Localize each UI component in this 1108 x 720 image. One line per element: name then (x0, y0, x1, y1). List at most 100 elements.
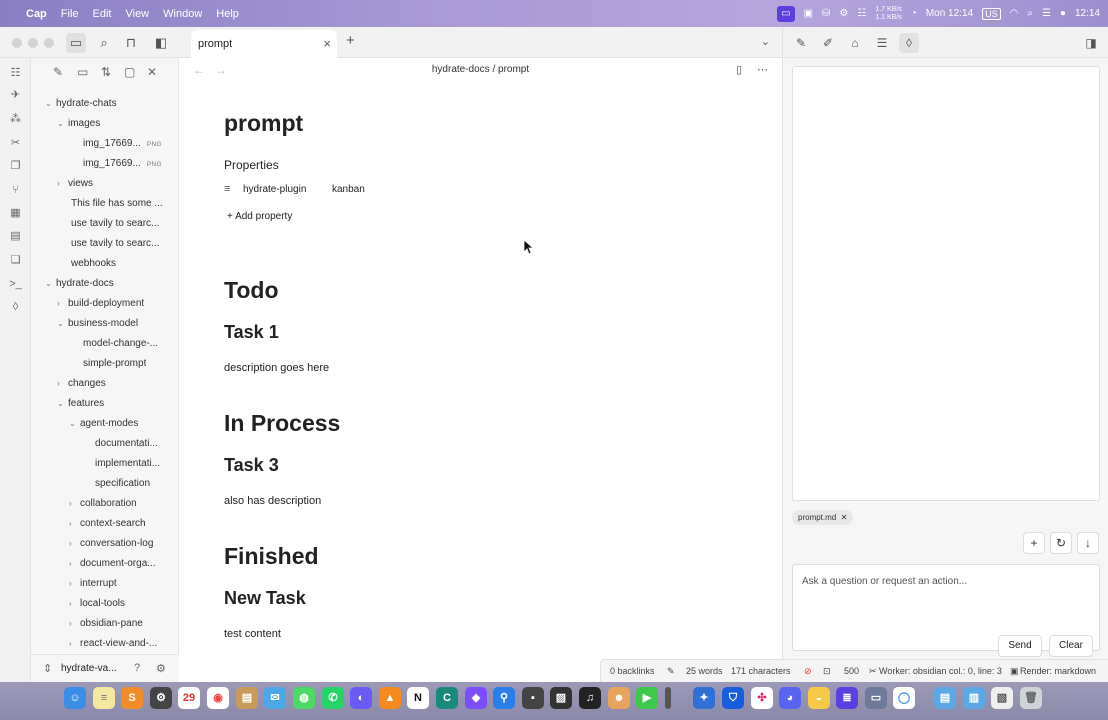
chevron-down-icon[interactable]: ⌄ (45, 94, 56, 114)
list-icon[interactable]: ☷ (857, 8, 866, 19)
folder-item[interactable]: › document-orga... (69, 554, 156, 574)
minimize-window-button[interactable] (28, 38, 38, 48)
chevron-right-icon[interactable]: › (69, 594, 80, 614)
new-tab-icon[interactable]: + (346, 32, 355, 49)
file-item[interactable]: This file has some ... (71, 194, 163, 214)
edit-icon[interactable]: ✎ (667, 666, 675, 677)
terminal-icon[interactable]: ▪ (522, 687, 544, 709)
system-settings-icon[interactable]: ⚙ (150, 687, 172, 709)
help-icon[interactable]: ? (134, 662, 140, 674)
outline-icon[interactable]: ☰ (872, 33, 892, 53)
vlc-icon[interactable]: ▲ (379, 687, 401, 709)
plane-icon[interactable]: ✈ (7, 87, 24, 104)
chevron-down-icon[interactable]: ⌄ (761, 35, 770, 48)
menubar-extra-icon[interactable]: ▣ (804, 8, 813, 19)
notes-icon[interactable]: ≡ (93, 687, 115, 709)
screen-record-icon[interactable]: ▭ (777, 5, 795, 22)
sync-off-icon[interactable]: ⊘ (804, 666, 812, 677)
chevron-right-icon[interactable]: › (69, 554, 80, 574)
property-value[interactable]: kanban (332, 184, 365, 195)
clock-widget-icon[interactable]: ◔ (911, 8, 917, 19)
wifi-icon[interactable]: ◠ (1010, 8, 1019, 19)
edit-icon[interactable]: ✎ (791, 33, 811, 53)
editor2-icon[interactable]: ≣ (836, 687, 858, 709)
discord-icon[interactable]: ◕ (779, 687, 801, 709)
more-options-icon[interactable]: ⋯ (757, 63, 768, 76)
folder-item[interactable]: › react-view-and-... (69, 634, 157, 654)
menu-edit[interactable]: Edit (93, 8, 112, 20)
input-source[interactable]: US (982, 7, 1001, 20)
folder-item[interactable]: › local-tools (69, 594, 125, 614)
control-center-icon[interactable]: ☰ (1042, 8, 1051, 19)
chevron-down-icon[interactable]: ⌄ (45, 274, 56, 294)
folder-item[interactable]: ⌄ images (57, 114, 100, 134)
graph-icon[interactable]: ⑂ (7, 182, 24, 199)
document-icon[interactable]: ▧ (991, 687, 1013, 709)
chevron-right-icon[interactable]: › (69, 494, 80, 514)
cursor-app-icon[interactable]: C (436, 687, 458, 709)
xcode-icon[interactable]: ✦ (693, 687, 715, 709)
slack-icon[interactable]: ✣ (751, 687, 773, 709)
chevron-right-icon[interactable]: › (69, 514, 80, 534)
folder-item[interactable]: › interrupt (69, 574, 117, 594)
tab-prompt[interactable]: prompt × (191, 30, 337, 58)
chevron-right-icon[interactable]: › (57, 374, 68, 394)
menu-file[interactable]: File (61, 8, 79, 20)
folder-item[interactable]: ⌄ hydrate-docs (45, 274, 114, 294)
folder-item[interactable]: › views (57, 174, 93, 194)
close-window-button[interactable] (12, 38, 22, 48)
collapse-icon[interactable]: ▢ (124, 65, 135, 79)
download-icon[interactable]: ↓ (1077, 532, 1099, 554)
audio-icon[interactable]: ♫ (579, 687, 601, 709)
drive-icon[interactable]: ⛁ (822, 8, 830, 19)
droplet-icon[interactable]: ◊ (7, 299, 24, 316)
maps-icon[interactable]: ⚲ (493, 687, 515, 709)
terminal-icon[interactable]: >_ (7, 276, 24, 293)
folder-item[interactable]: ⌄ business-model (57, 314, 138, 334)
file-item[interactable]: specification (95, 474, 150, 494)
remove-file-icon[interactable]: ✕ (838, 513, 848, 522)
settings-icon[interactable]: ⚙ (156, 662, 166, 675)
add-property-button[interactable]: + Add property (227, 211, 292, 222)
finder-icon[interactable]: ☺ (64, 687, 86, 709)
calendar-icon[interactable]: ▤ (7, 228, 24, 245)
vault-name[interactable]: hydrate-va... (61, 663, 117, 674)
cyberduck-icon[interactable]: ◒ (808, 687, 830, 709)
chevron-right-icon[interactable]: › (57, 174, 68, 194)
folder-item[interactable]: › collaboration (69, 494, 137, 514)
close-tab-icon[interactable]: × (323, 36, 331, 51)
folder-item[interactable]: › obsidian-pane (69, 614, 143, 634)
network-icon[interactable]: ⁂ (7, 111, 24, 128)
file-item[interactable]: webhooks (71, 254, 116, 274)
grid-icon[interactable]: ▦ (7, 205, 24, 222)
sublime-icon[interactable]: S (121, 687, 143, 709)
files-icon[interactable]: ☷ (7, 65, 24, 82)
safari-icon[interactable]: ◯ (893, 687, 915, 709)
new-note-icon[interactable]: ✎ (53, 65, 63, 79)
tag-icon[interactable]: ⌂ (845, 33, 865, 53)
add-icon[interactable]: + (1023, 532, 1045, 554)
sidebar-right-toggle-icon[interactable]: ◨ (1081, 33, 1101, 53)
folder-item[interactable]: ⌄ hydrate-chats (45, 94, 117, 114)
chevron-right-icon[interactable]: › (69, 534, 80, 554)
chevron-down-icon[interactable]: ⌄ (57, 394, 68, 414)
archive-icon[interactable]: ▤ (236, 687, 258, 709)
vault-switch-icon[interactable]: ⇕ (43, 662, 52, 675)
calendar-icon[interactable]: 29 (178, 687, 200, 709)
pen-icon[interactable]: ✐ (818, 33, 838, 53)
mail-icon[interactable]: ✉ (264, 687, 286, 709)
file-item[interactable]: documentati... (95, 434, 158, 454)
bookmark-icon[interactable]: ⊓ (121, 33, 141, 53)
backlinks-count[interactable]: 0 backlinks (610, 666, 655, 676)
folder-item[interactable]: ⌄ features (57, 394, 104, 414)
folder-item[interactable]: › conversation-log (69, 534, 153, 554)
menu-app-name[interactable]: Cap (26, 8, 47, 20)
finder2-icon[interactable]: ☻ (608, 687, 630, 709)
folder-item[interactable]: › changes (57, 374, 106, 394)
search-icon[interactable]: ⌕ (1027, 8, 1033, 19)
send-button[interactable]: Send (998, 635, 1042, 657)
property-key[interactable]: hydrate-plugin (243, 184, 306, 195)
refresh-icon[interactable]: ↻ (1050, 532, 1072, 554)
file-item[interactable]: use tavily to searc... (71, 234, 159, 254)
obsidian-icon[interactable]: ◆ (465, 687, 487, 709)
